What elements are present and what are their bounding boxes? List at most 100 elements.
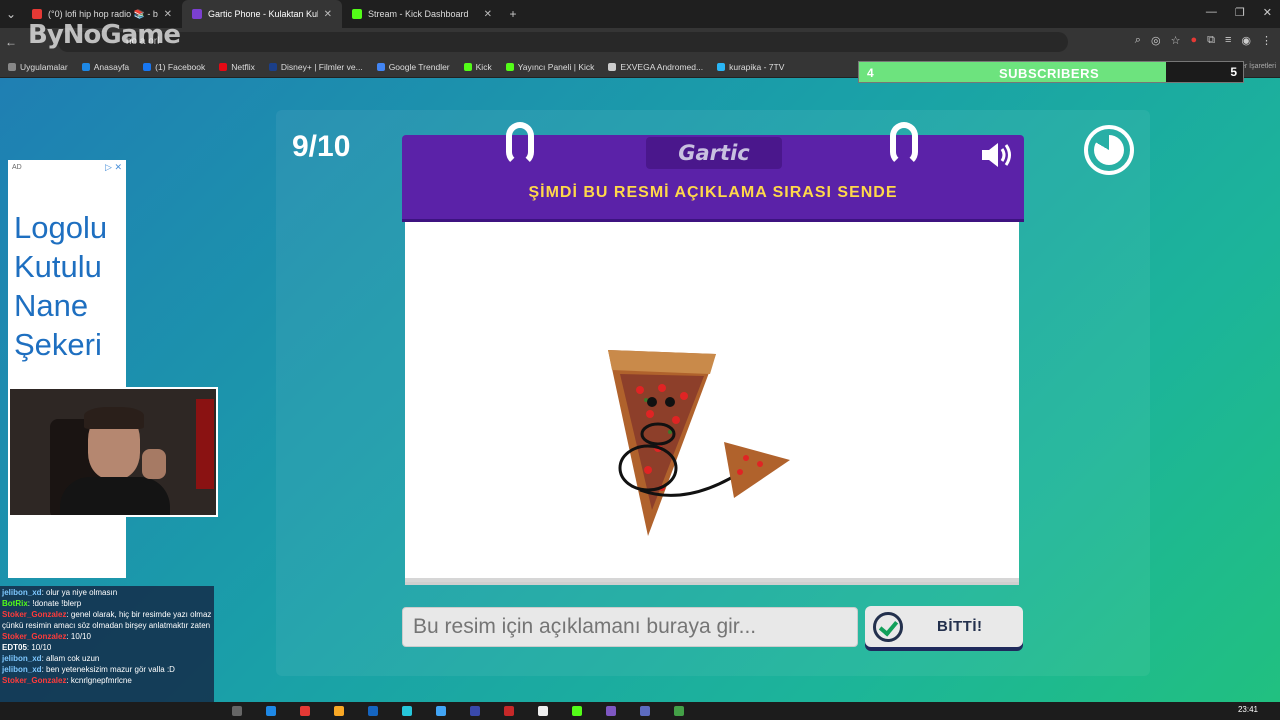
chat-message: Stoker_Gonzalez: 10/10 <box>2 631 212 642</box>
binder-ring-right <box>890 122 918 166</box>
description-input[interactable] <box>402 607 858 647</box>
binder-ring-left <box>506 122 534 166</box>
tab-kick-dashboard[interactable]: Stream - Kick Dashboard ✕ <box>342 0 502 28</box>
taskbar-folder-icon[interactable] <box>334 706 344 716</box>
extensions-icon[interactable]: ⧉ <box>1207 34 1215 47</box>
tab-label: Gartic Phone - Kulaktan Kul <box>208 9 318 19</box>
apps-grid-icon <box>8 62 16 71</box>
checkmark-icon <box>873 611 903 642</box>
bookmark-exvega[interactable]: EXVEGA Andromed... <box>608 62 703 72</box>
bookmark-kick-panel[interactable]: Yayıncı Paneli | Kick <box>505 61 595 72</box>
taskbar-app-icon[interactable] <box>470 706 480 716</box>
close-tab-icon[interactable]: ✕ <box>484 9 492 20</box>
omnibox[interactable]: ho a orl <box>58 32 1068 52</box>
taskbar-app-icon[interactable] <box>402 706 412 716</box>
subscriber-goal: 5 <box>1230 65 1237 79</box>
extension-red-icon[interactable]: ● <box>1190 34 1197 47</box>
bookmark-netflix[interactable]: Netflix <box>219 62 255 72</box>
taskbar-app-icon[interactable] <box>266 706 276 716</box>
bookmark-label: Disney+ | Filmler ve... <box>280 61 363 72</box>
os-taskbar: 23:41 <box>0 702 1280 720</box>
taskbar-app-icon[interactable] <box>538 706 548 716</box>
bookmark-kick[interactable]: Kick <box>463 61 492 72</box>
ad-text: Logolu Kutulu Nane Şekeri <box>14 208 107 364</box>
minimize-icon[interactable]: — <box>1206 6 1217 19</box>
instruction-text: ŞİMDİ BU RESMİ AÇIKLAMA SIRASI SENDE <box>528 184 898 201</box>
chat-text: : 10/10 <box>66 632 91 641</box>
bookmark-facebook[interactable]: (1) Facebook <box>143 62 205 72</box>
home-icon <box>81 62 90 71</box>
stream-chat: jelibon_xd: olur ya niye olmasın BotRix:… <box>0 586 214 718</box>
taskbar-app-icon[interactable] <box>606 706 616 716</box>
done-button-label: BİTTİ! <box>937 618 983 635</box>
tab-label: (°0) lofi hip hop radio 📚 - b <box>48 8 158 19</box>
done-button[interactable]: BİTTİ! <box>865 606 1023 647</box>
ad-choices-icon[interactable]: ▷ ✕ <box>105 162 122 173</box>
bookmark-home[interactable]: Anasayfa <box>81 62 129 72</box>
bookmark-google-trends[interactable]: Google Trendler <box>376 62 450 72</box>
chat-message: jelibon_xd: allam cok uzun <box>2 653 212 664</box>
bookmark-label: Yayıncı Paneli | Kick <box>517 61 595 72</box>
chat-text: : kcnrlgnepfmrlcne <box>66 676 132 685</box>
bookmark-label: (1) Facebook <box>155 61 206 72</box>
taskbar-app-icon[interactable] <box>436 706 446 716</box>
chat-user: EDT05 <box>2 643 27 652</box>
facebook-icon <box>143 62 152 71</box>
chat-text: : olur ya niye olmasın <box>41 588 118 597</box>
taskbar-kick-icon[interactable] <box>572 706 582 716</box>
tab-gartic[interactable]: Gartic Phone - Kulaktan Kul ✕ <box>182 0 342 28</box>
chat-text: : allam cok uzun <box>41 654 100 663</box>
chat-message: jelibon_xd: olur ya niye olmasın <box>2 587 212 598</box>
taskbar-app-icon[interactable] <box>640 706 650 716</box>
taskbar-app-icon[interactable] <box>504 706 514 716</box>
bookmark-label: kurapika - 7TV <box>729 61 785 72</box>
chat-text: : ben yeteneksizim mazur gör valla :D <box>41 665 175 674</box>
close-window-icon[interactable]: ✕ <box>1263 6 1272 19</box>
chat-user: jelibon_xd <box>2 654 42 663</box>
taskbar-app-icon[interactable] <box>368 706 378 716</box>
zoom-icon[interactable]: ⌕ <box>1135 34 1141 47</box>
7tv-icon <box>717 62 726 71</box>
maximize-icon[interactable]: ❐ <box>1235 6 1245 19</box>
chat-user: Stoker_Gonzalez <box>2 632 67 641</box>
close-tab-icon[interactable]: ✕ <box>164 9 172 20</box>
taskbar-chrome-icon[interactable] <box>300 706 310 716</box>
kick-icon <box>505 62 514 71</box>
bookmark-label: Kick <box>475 61 492 72</box>
eye-off-icon[interactable]: ◎ <box>1151 34 1161 47</box>
kick-icon <box>463 62 472 71</box>
reading-list-icon[interactable]: ≡ <box>1225 34 1231 47</box>
webcam-shirt <box>60 477 170 515</box>
taskbar-app-icon[interactable] <box>674 706 684 716</box>
taskbar-search-icon[interactable] <box>232 706 242 716</box>
bookmark-apps[interactable]: Uygulamalar <box>8 62 68 72</box>
bookmark-disney[interactable]: Disney+ | Filmler ve... <box>268 61 363 72</box>
star-icon[interactable]: ☆ <box>1171 34 1181 47</box>
webcam-hair <box>84 407 144 429</box>
ad-line: Logolu <box>14 210 108 245</box>
subscriber-current: 4 <box>867 66 874 80</box>
youtube-favicon-icon <box>32 9 42 19</box>
window-controls: — ❐ ✕ <box>1206 6 1272 19</box>
chat-message: EDT05: 10/10 <box>2 642 212 653</box>
bookmark-label: Uygulamalar <box>20 61 68 72</box>
bookmark-label: Netflix <box>231 61 255 72</box>
back-icon[interactable]: ← <box>0 35 22 49</box>
taskbar-clock: 23:41 <box>1237 705 1258 714</box>
speaker-icon[interactable] <box>980 140 1014 170</box>
exvega-icon <box>608 62 617 71</box>
chat-user: Stoker_Gonzalez <box>2 610 67 619</box>
tab-search-icon[interactable]: ⌄ <box>0 7 22 21</box>
chat-text: : !donate !blerp <box>27 599 82 608</box>
menu-icon[interactable]: ⋮ <box>1261 34 1272 47</box>
close-tab-icon[interactable]: ✕ <box>324 9 332 20</box>
new-tab-icon[interactable]: + <box>502 7 524 21</box>
kick-favicon-icon <box>352 9 362 19</box>
subscriber-label: SUBSCRIBERS <box>999 66 1100 81</box>
gartic-favicon-icon <box>192 9 202 19</box>
round-counter: 9/10 <box>292 130 351 163</box>
chat-message: Stoker_Gonzalez: kcnrlgnepfmrlcne <box>2 675 212 686</box>
profile-avatar-icon[interactable]: ◉ <box>1241 34 1251 47</box>
toolbar-icons: ⌕ ◎ ☆ ● ⧉ ≡ ◉ ⋮ <box>1135 34 1272 47</box>
bookmark-7tv[interactable]: kurapika - 7TV <box>717 62 784 72</box>
